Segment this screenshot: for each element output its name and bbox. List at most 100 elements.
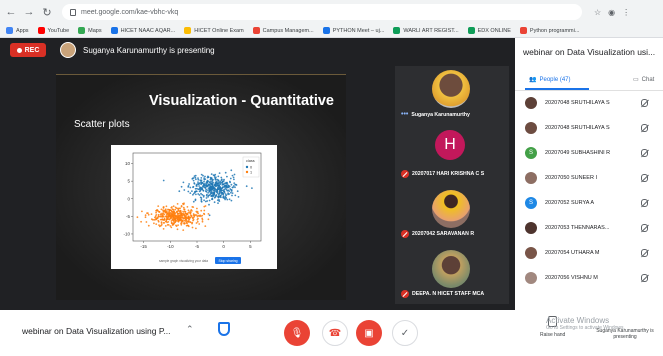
- scatter-point: [190, 209, 193, 211]
- tab-chat[interactable]: ▭ Chat: [633, 76, 654, 84]
- bookmark-icon: [110, 27, 118, 34]
- scatter-point: [233, 178, 235, 181]
- tile-participant[interactable]: DEEPA. N HICET STAFF MCA: [395, 246, 509, 304]
- scatter-point: [158, 211, 161, 213]
- scatter-point: [186, 206, 189, 208]
- scatter-point: [150, 213, 153, 215]
- star-icon[interactable]: ☆: [594, 8, 601, 17]
- reload-icon[interactable]: ↻: [40, 6, 54, 19]
- mic-off-icon: [401, 230, 409, 238]
- more-options-button[interactable]: ✓: [392, 320, 418, 346]
- camera-toggle-button[interactable]: ▣: [356, 320, 382, 346]
- y-tick-label: 0: [127, 196, 130, 201]
- scatter-point: [141, 210, 143, 213]
- scatter-point: [163, 222, 165, 224]
- scatter-point: [192, 217, 194, 220]
- tab-people[interactable]: 👥 People (47): [529, 76, 571, 84]
- mic-off-icon: [401, 290, 409, 298]
- bookmark-item[interactable]: EDX ONLINE: [467, 27, 511, 34]
- scatter-point: [200, 183, 202, 186]
- address-bar[interactable]: meet.google.com/kae-vbhc-vkq: [62, 4, 582, 20]
- scatter-point: [210, 187, 212, 189]
- scatter-point: [217, 202, 219, 204]
- scatter-point: [154, 215, 157, 218]
- x-tick-label: 5: [249, 244, 252, 249]
- mic-off-icon: [401, 170, 409, 178]
- shield-icon[interactable]: [218, 322, 230, 336]
- bookmark-icon: [78, 27, 86, 34]
- scatter-point: [207, 213, 210, 215]
- chevron-up-icon[interactable]: ⌃: [186, 324, 194, 335]
- participant-row[interactable]: 20207056 VISHNU M: [525, 271, 663, 285]
- x-tick-label: -5: [195, 244, 199, 249]
- scatter-point: [193, 182, 196, 184]
- meeting-title[interactable]: webinar on Data Visualization using P...: [22, 326, 171, 336]
- leave-call-button[interactable]: ☎: [322, 320, 348, 346]
- scatter-point: [178, 190, 181, 193]
- participant-row[interactable]: S 20207049 SUBHASHINI R: [525, 146, 663, 160]
- scatter-point: [199, 189, 202, 191]
- extension-icon[interactable]: ◉: [608, 8, 615, 17]
- scatter-point: [171, 206, 173, 208]
- menu-icon[interactable]: ⋮: [622, 8, 630, 17]
- bookmark-item[interactable]: Maps: [78, 27, 102, 34]
- participant-row[interactable]: 20207053 THENNARAS...: [525, 221, 663, 235]
- forward-icon[interactable]: →: [22, 6, 36, 18]
- bookmark-item[interactable]: Apps: [6, 27, 29, 34]
- participant-name: 20207049 SUBHASHINI R: [545, 150, 611, 156]
- participant-row[interactable]: S 20207052 SURYA A: [525, 196, 663, 210]
- scatter-point: [170, 212, 172, 214]
- scatter-point: [230, 169, 233, 172]
- participant-row[interactable]: 20207050 SUNEER I: [525, 171, 663, 185]
- scatter-point: [192, 206, 195, 208]
- scatter-point: [213, 189, 216, 192]
- scatter-point: [230, 191, 232, 194]
- scatter-point: [211, 180, 214, 182]
- presenter-photo: [432, 70, 470, 108]
- bookmark-item[interactable]: Campus Managem...: [252, 27, 314, 34]
- scatter-point: [213, 192, 215, 195]
- mic-off-icon: [641, 249, 648, 257]
- bookmark-item[interactable]: HICET NAAC AQAR...: [110, 27, 175, 34]
- participant-photo: [432, 190, 470, 228]
- scatter-point: [206, 200, 209, 202]
- tile-participant[interactable]: 20207042 SARAVANAN R: [395, 186, 509, 244]
- scatter-point: [203, 180, 205, 183]
- scatter-point: [195, 178, 197, 181]
- scatter-point: [153, 222, 155, 225]
- bookmark-item[interactable]: YouTube: [37, 27, 69, 34]
- scatter-point: [205, 194, 208, 197]
- scatter-point: [210, 195, 213, 197]
- scatter-point: [169, 213, 172, 216]
- scatter-point: [218, 199, 220, 201]
- back-icon[interactable]: ←: [4, 6, 18, 18]
- participant-row[interactable]: 20207054 UTHARA M: [525, 246, 663, 260]
- scatter-point: [183, 202, 185, 205]
- tile-participant[interactable]: H 20207017 HARI KRISHNA C S: [395, 126, 509, 184]
- scatter-point: [216, 184, 219, 187]
- participant-row[interactable]: 20207048 SRUTHILAYA S: [525, 121, 663, 135]
- bookmark-item[interactable]: HICET Online Exam: [184, 27, 244, 34]
- scatter-point: [230, 183, 233, 186]
- tile-presenter[interactable]: ••• Suganya Karunamurthy: [395, 66, 509, 124]
- scatter-point: [231, 194, 233, 197]
- participant-row[interactable]: 20207048 SRUTHILAYA S: [525, 96, 663, 110]
- scatter-point: [174, 206, 177, 209]
- scatter-point: [159, 213, 162, 215]
- presenting-label[interactable]: Suganya Karunamurthy is presenting: [588, 328, 662, 340]
- scatter-point: [186, 222, 188, 225]
- bookmark-icon: [184, 27, 192, 34]
- bookmark-icon: [467, 27, 475, 34]
- scatter-point: [229, 180, 231, 183]
- bookmark-item[interactable]: WARLI ART REGIST...: [393, 27, 459, 34]
- scatter-point: [194, 187, 197, 190]
- mic-toggle-button[interactable]: 🎙: [284, 320, 310, 346]
- scatter-point: [194, 191, 196, 194]
- scatter-point: [155, 223, 158, 225]
- scatter-point: [195, 190, 198, 193]
- scatter-point: [160, 208, 163, 211]
- scatter-point: [158, 225, 161, 228]
- scatter-point: [204, 184, 207, 186]
- bookmark-item[interactable]: Python programmi...: [519, 27, 579, 34]
- bookmark-item[interactable]: PYTHON Meet – uj...: [322, 27, 384, 34]
